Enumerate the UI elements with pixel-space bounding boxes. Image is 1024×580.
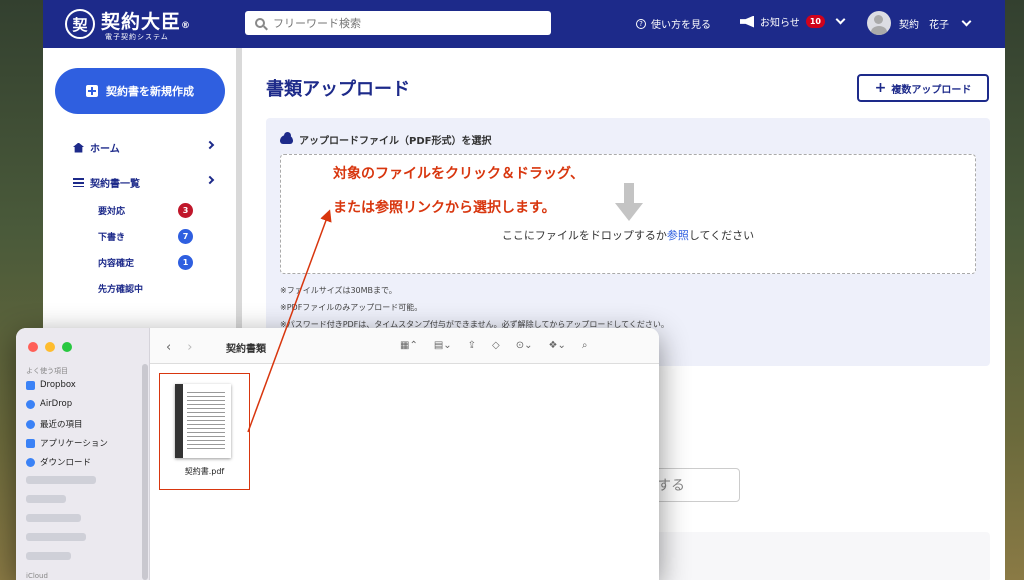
callout-arrow — [247, 209, 332, 433]
